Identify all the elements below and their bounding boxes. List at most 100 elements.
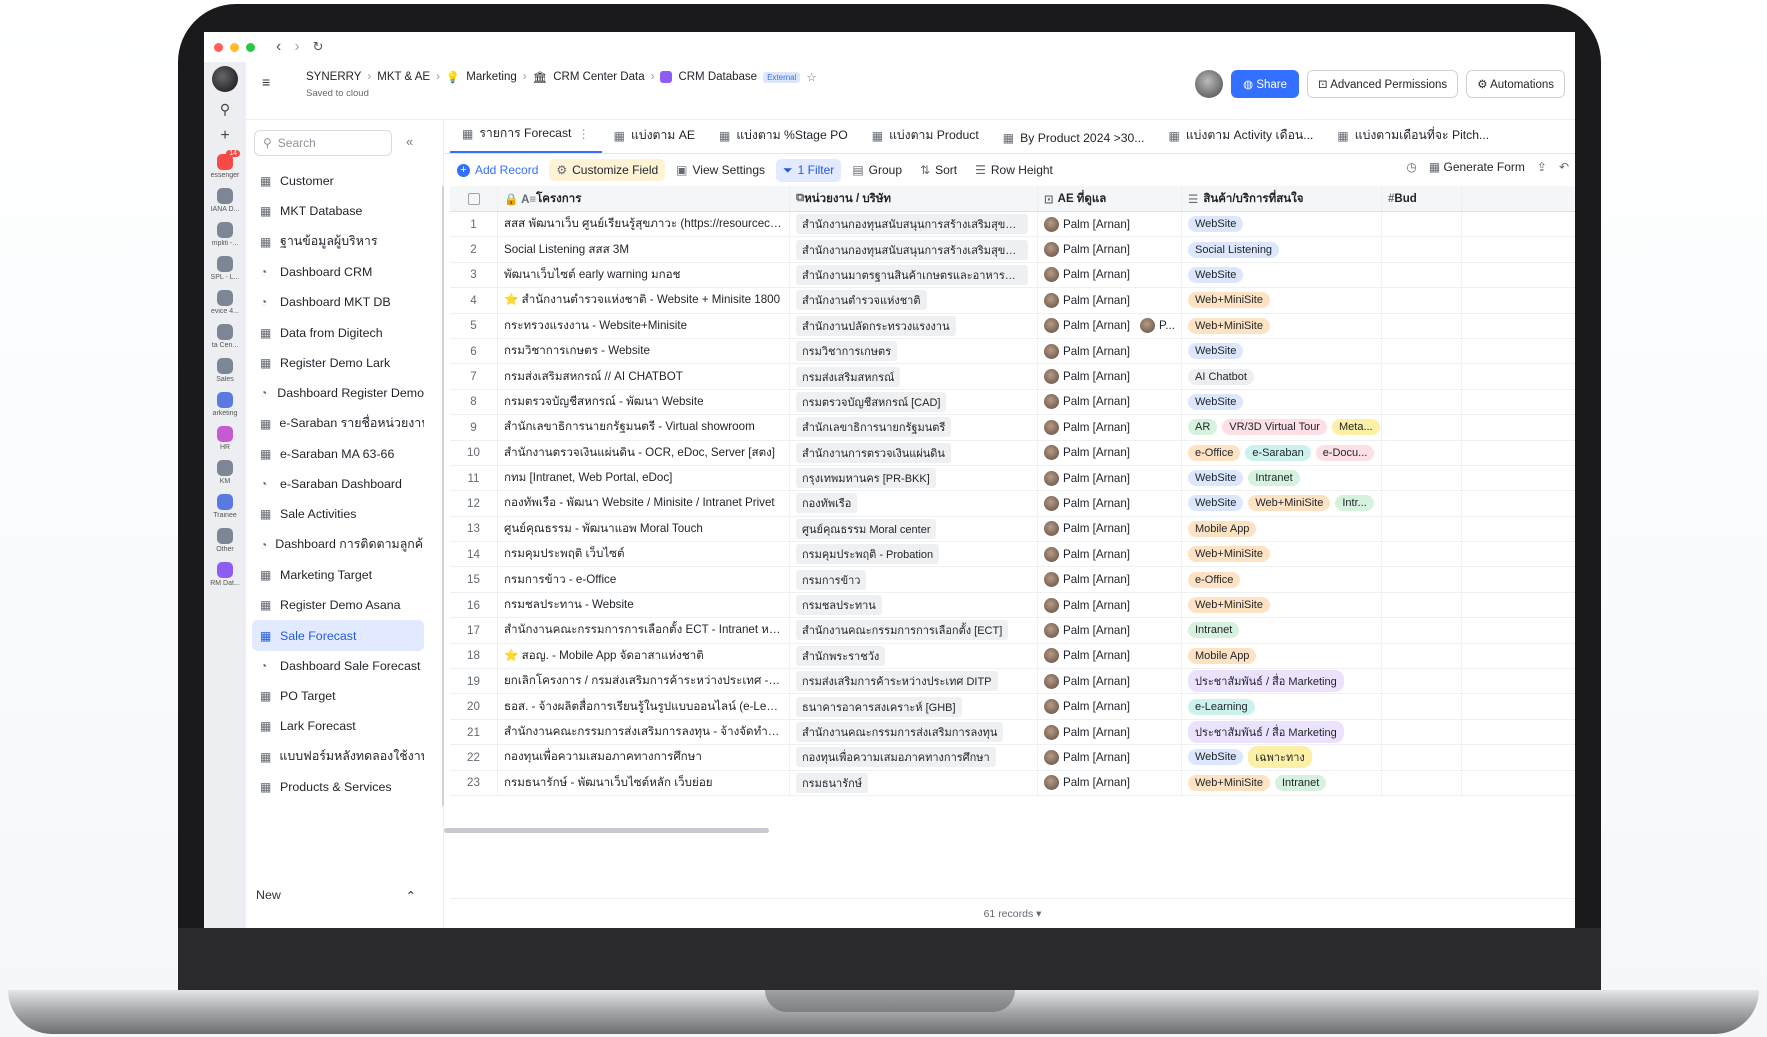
org-cell[interactable]: กองทัพเรือ xyxy=(790,491,1038,516)
view-tab[interactable]: ▦ แบ่งตาม Product xyxy=(860,126,991,153)
generate-form-button[interactable]: ▦ Generate Form xyxy=(1429,160,1525,174)
project-cell[interactable]: ยกเลิกโครงการ / กรมส่งเสริมการค้าระหว่าง… xyxy=(498,669,790,694)
rail-item[interactable]: HR xyxy=(204,426,246,451)
table-row[interactable]: 15 กรมการข้าว - e-Office กรมการข้าว Palm [A… xyxy=(450,567,1575,593)
column-header-products[interactable]: ☰ สินค้า/บริการที่สนใจ xyxy=(1182,186,1382,211)
ae-cell[interactable]: Palm [Arnan] xyxy=(1038,745,1182,770)
sidebar-item[interactable]: ◔ Dashboard CRM xyxy=(252,257,424,287)
products-cell[interactable]: ประชาสัมพันธ์ / สื่อ Marketing xyxy=(1182,669,1382,694)
filter-button[interactable]: ⏷ 1 Filter xyxy=(776,158,842,182)
forward-icon[interactable]: › xyxy=(294,38,299,56)
ae-cell[interactable]: Palm [Arnan] xyxy=(1038,389,1182,415)
view-tab[interactable]: ▦ แบ่งตาม AE xyxy=(602,126,707,153)
rail-add[interactable]: + xyxy=(204,127,246,145)
view-tab[interactable]: ▦ By Product 2024 >30... xyxy=(991,131,1157,153)
project-cell[interactable]: สำนักเลขาธิการนายกรัฐมนตรี - Virtual sho… xyxy=(498,415,790,440)
ae-cell[interactable]: Palm [Arnan] xyxy=(1038,669,1182,694)
sidebar-item[interactable]: ▦ Register Demo Asana xyxy=(252,590,424,620)
rail-item[interactable]: 14 essenger xyxy=(204,150,246,179)
budget-cell[interactable] xyxy=(1382,415,1462,440)
sidebar-item[interactable]: ◔ Dashboard Register Demo xyxy=(252,378,424,408)
search-input[interactable]: ⚲ Search xyxy=(254,130,392,156)
project-cell[interactable]: Social Listening สสส 3M xyxy=(498,237,790,262)
ae-cell[interactable]: Palm [Arnan] xyxy=(1038,618,1182,643)
select-all-checkbox-cell[interactable] xyxy=(450,186,498,211)
products-cell[interactable]: WebSite Web+MiniSite Intr... xyxy=(1182,491,1382,516)
budget-cell[interactable] xyxy=(1382,516,1462,542)
share-button[interactable]: ◍ Share xyxy=(1231,70,1299,98)
sidebar-item[interactable]: ▦ ฐานข้อมูลผู้บริหาร xyxy=(252,227,424,257)
org-cell[interactable]: สำนักงานกองทุนสนับสนุนการสร้างเสริมสุขภา… xyxy=(790,237,1038,262)
sidebar-item[interactable]: ▦ Lark Forecast xyxy=(252,711,424,741)
budget-cell[interactable] xyxy=(1382,567,1462,592)
project-cell[interactable]: กองทัพเรือ - พัฒนา Website / Minisite / … xyxy=(498,491,790,516)
group-button[interactable]: ▤ Group xyxy=(845,159,909,181)
rail-item[interactable]: Trainee xyxy=(204,494,246,519)
table-row[interactable]: 12 กองทัพเรือ - พัฒนา Website / Minisite … xyxy=(450,491,1575,517)
sidebar-item[interactable]: ▦ Products & Services xyxy=(252,772,424,802)
budget-cell[interactable] xyxy=(1382,288,1462,313)
rail-item[interactable]: RM Dat... xyxy=(204,562,246,587)
org-cell[interactable]: สำนักงานคณะกรรมการการเลือกตั้ง [ECT] xyxy=(790,618,1038,643)
budget-cell[interactable] xyxy=(1382,262,1462,288)
sidebar-item[interactable]: ▦ PO Target xyxy=(252,681,424,711)
project-cell[interactable]: ⭐ สอญ. - Mobile App จัดอาสาแห่งชาติ xyxy=(498,643,790,669)
rail-item[interactable]: IANA D... xyxy=(204,188,246,213)
org-cell[interactable]: สำนักงานปลัดกระทรวงแรงงาน xyxy=(790,313,1038,338)
project-cell[interactable]: ศูนย์คุณธรรม - พัฒนาแอพ Moral Touch xyxy=(498,516,790,542)
search-icon[interactable]: ⚲ xyxy=(220,101,230,118)
sidebar-item[interactable]: ◔ Dashboard MKT DB xyxy=(252,287,424,317)
sidebar-item[interactable]: ▦ Marketing Target xyxy=(252,560,424,590)
budget-cell[interactable] xyxy=(1382,212,1462,237)
sidebar-item[interactable]: ▦ Data from Digitech xyxy=(252,317,424,347)
sidebar-item[interactable]: ▦ MKT Database xyxy=(252,196,424,226)
org-cell[interactable]: กรมส่งเสริมสหกรณ์ xyxy=(790,364,1038,389)
org-cell[interactable]: กรุงเทพมหานคร [PR-BKK] xyxy=(790,465,1038,491)
budget-cell[interactable] xyxy=(1382,542,1462,567)
org-cell[interactable]: สำนักพระราชวัง xyxy=(790,643,1038,669)
table-row[interactable]: 22 กองทุนเพื่อความเสมอภาคทางการศึกษา กองทุ… xyxy=(450,745,1575,771)
products-cell[interactable]: WebSite Intranet xyxy=(1182,465,1382,491)
org-cell[interactable]: ศูนย์คุณธรรม Moral center xyxy=(790,516,1038,542)
ae-cell[interactable]: Palm [Arnan] xyxy=(1038,440,1182,465)
project-cell[interactable]: สำนักงานคณะกรรมการส่งเสริมการลงทุน - จ้า… xyxy=(498,719,790,745)
ae-cell[interactable]: Palm [Arnan] xyxy=(1038,719,1182,745)
table-row[interactable]: 16 กรมชลประทาน - Website กรมชลประทาน Palm [… xyxy=(450,592,1575,619)
products-cell[interactable]: WebSite xyxy=(1182,389,1382,415)
breadcrumb-item[interactable]: SYNERRY xyxy=(306,71,361,83)
sidebar-item[interactable]: ▦ Sale Activities xyxy=(252,499,424,529)
sidebar-item[interactable]: ▦ e-Saraban รายชื่อหน่วยงาน xyxy=(252,408,424,438)
project-cell[interactable]: ธอส. - จ้างผลิตสื่อการเรียนรู้ในรูปแบบออ… xyxy=(498,694,790,719)
project-cell[interactable]: กรมการข้าว - e-Office xyxy=(498,567,790,592)
org-cell[interactable]: สำนักงานคณะกรรมการส่งเสริมการลงทุน xyxy=(790,719,1038,745)
budget-cell[interactable] xyxy=(1382,313,1462,338)
products-cell[interactable]: Web+MiniSite xyxy=(1182,313,1382,338)
view-tab[interactable]: ▦ รายการ Forecast ⋮ xyxy=(450,124,602,153)
table-row[interactable]: 20 ธอส. - จ้างผลิตสื่อการเรียนรู้ในรูปแบบ… xyxy=(450,694,1575,720)
rail-avatar[interactable] xyxy=(204,66,246,92)
view-tab[interactable]: ▦ แบ่งตาม Activity เดือน... xyxy=(1156,126,1325,153)
rail-item[interactable]: evice 4... xyxy=(204,290,246,315)
ae-cell[interactable]: Palm [Arnan] xyxy=(1038,516,1182,542)
budget-cell[interactable] xyxy=(1382,770,1462,795)
caret-down-icon[interactable]: ▾ xyxy=(1033,908,1041,920)
table-row[interactable]: 4 ⭐ สำนักงานตำรวจแห่งชาติ - Website + Min… xyxy=(450,288,1575,314)
share-view-icon[interactable]: ⇪ xyxy=(1537,160,1547,174)
table-row[interactable]: 3 พัฒนาเว็บไซต์ early warning มกอช สำนักงา… xyxy=(450,262,1575,289)
ae-cell[interactable]: Palm [Arnan] xyxy=(1038,770,1182,795)
project-cell[interactable]: กรมตรวจบัญชีสหกรณ์ - พัฒนา Website xyxy=(498,389,790,415)
sort-button[interactable]: ⇅ Sort xyxy=(913,159,964,181)
table-row[interactable]: 11 กทม [Intranet, Web Portal, eDoc] กรุงเท… xyxy=(450,465,1575,492)
avatar[interactable] xyxy=(212,66,238,92)
sidebar-item[interactable]: ▦ Register Demo Lark xyxy=(252,348,424,378)
project-cell[interactable]: กรมคุมประพฤติ เว็บไซต์ xyxy=(498,542,790,567)
products-cell[interactable]: WebSite xyxy=(1182,212,1382,237)
minimize-window-button[interactable] xyxy=(230,42,239,52)
sidebar-item[interactable]: ▦ e-Saraban MA 63-66 xyxy=(252,439,424,469)
sidebar-item[interactable]: ◔ e-Saraban Dashboard xyxy=(252,469,424,499)
products-cell[interactable]: Intranet xyxy=(1182,618,1382,643)
horizontal-scrollbar[interactable] xyxy=(444,828,769,833)
products-cell[interactable]: Web+MiniSite xyxy=(1182,592,1382,618)
sidebar-item[interactable]: ▦ แบบฟอร์มหลังทดลองใช้งาน xyxy=(252,742,424,772)
table-row[interactable]: 10 สำนักงานตรวจเงินแผ่นดิน - OCR, eDoc, S… xyxy=(450,440,1575,466)
